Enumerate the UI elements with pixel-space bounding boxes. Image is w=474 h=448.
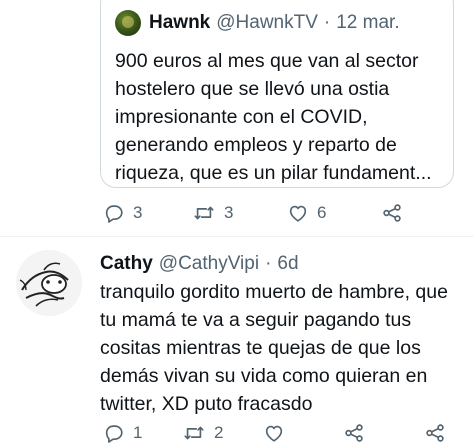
reply-button[interactable]: 3 <box>103 202 142 224</box>
share-button-2[interactable] <box>424 422 446 444</box>
quoted-tweet-card[interactable]: Hawnk @HawnkTV · 12 mar. 900 euros al me… <box>100 0 454 188</box>
main-tweet-actions: 3 3 6 <box>0 202 474 226</box>
separator-dot: · <box>265 253 272 274</box>
retweet-count: 3 <box>224 203 234 222</box>
reply-count: 3 <box>133 203 143 222</box>
reply-tweet-date[interactable]: 6d <box>277 253 298 275</box>
reply-user-display-name[interactable]: Cathy <box>100 253 153 275</box>
share-icon <box>426 424 444 442</box>
quoted-tweet-header: Hawnk @HawnkTV · 12 mar. <box>115 9 441 37</box>
quoted-user-display-name[interactable]: Hawnk <box>149 12 210 34</box>
quoted-tweet-text: 900 euros al mes que van al sector hoste… <box>115 50 432 184</box>
retweet-button[interactable]: 3 <box>192 202 233 224</box>
retweet-count: 2 <box>214 423 224 442</box>
tweet-divider <box>0 236 474 237</box>
reply-user-avatar[interactable] <box>16 250 82 316</box>
reply-tweet-actions: 1 2 <box>0 422 474 446</box>
avatar-drawing-icon <box>16 250 82 316</box>
like-button[interactable]: 6 <box>287 202 326 224</box>
reply-button[interactable]: 1 <box>103 422 142 444</box>
like-button[interactable] <box>263 422 285 444</box>
share-button[interactable] <box>343 422 365 444</box>
heart-icon <box>289 205 307 222</box>
reply-tweet-header: Cathy @CathyVipi · 6d <box>100 251 299 277</box>
reply-tweet-text: tranquilo gordito muerto de hambre, que … <box>100 281 448 415</box>
share-button[interactable] <box>381 202 403 224</box>
like-count: 6 <box>317 203 327 222</box>
reply-icon <box>105 205 123 223</box>
retweet-icon <box>194 206 214 220</box>
reply-count: 1 <box>133 423 143 442</box>
quoted-user-avatar[interactable] <box>115 10 141 36</box>
share-icon <box>345 424 363 442</box>
quoted-user-handle[interactable]: @HawnkTV <box>216 12 318 34</box>
separator-dot: · <box>323 12 331 33</box>
heart-icon <box>265 425 283 442</box>
reply-icon <box>105 425 123 443</box>
retweet-button[interactable]: 2 <box>182 422 223 444</box>
share-icon <box>383 204 401 222</box>
reply-user-handle[interactable]: @CathyVipi <box>159 253 259 275</box>
quoted-tweet-date[interactable]: 12 mar. <box>336 12 399 34</box>
retweet-icon <box>184 426 204 440</box>
